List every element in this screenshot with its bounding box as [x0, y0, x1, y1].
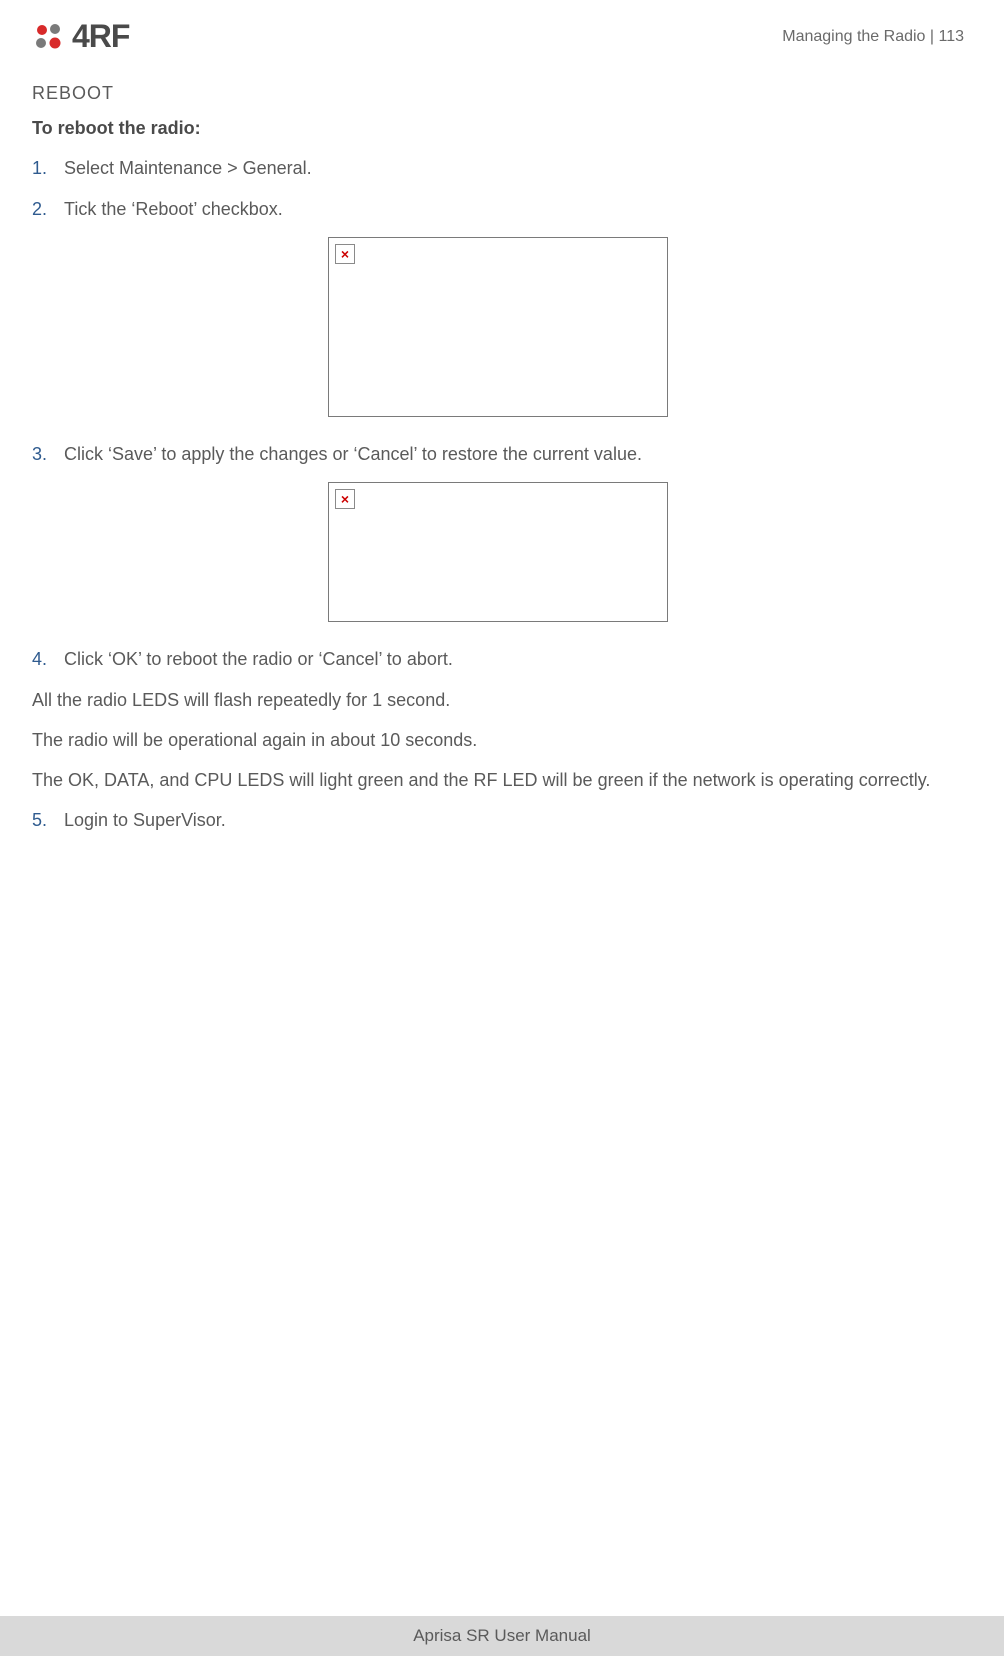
broken-image-icon: × [335, 244, 355, 264]
list-item: 1. Select Maintenance > General. [32, 155, 964, 182]
sub-heading: To reboot the radio: [32, 118, 964, 139]
brand-logo-text: 4RF [72, 18, 129, 55]
step-text: Click ‘OK’ to reboot the radio or ‘Cance… [64, 646, 964, 673]
steps-list-d: 5. Login to SuperVisor. [32, 807, 964, 834]
body-paragraph: All the radio LEDS will flash repeatedly… [32, 687, 964, 715]
steps-list-b: 3. Click ‘Save’ to apply the changes or … [32, 441, 964, 468]
step-text: Tick the ‘Reboot’ checkbox. [64, 196, 964, 223]
step-number: 4. [32, 646, 64, 673]
body-paragraph: The OK, DATA, and CPU LEDS will light gr… [32, 767, 964, 795]
list-item: 2. Tick the ‘Reboot’ checkbox. [32, 196, 964, 223]
step-text: Click ‘Save’ to apply the changes or ‘Ca… [64, 441, 964, 468]
figure-2-wrap: × [32, 482, 964, 622]
steps-list-a: 1. Select Maintenance > General. 2. Tick… [32, 155, 964, 223]
steps-list-c: 4. Click ‘OK’ to reboot the radio or ‘Ca… [32, 646, 964, 673]
section-title: REBOOT [32, 83, 964, 104]
breadcrumb: Managing the Radio | 113 [782, 28, 964, 46]
step-number: 3. [32, 441, 64, 468]
step-number: 2. [32, 196, 64, 223]
brand-logo: 4RF [32, 18, 129, 55]
list-item: 5. Login to SuperVisor. [32, 807, 964, 834]
step-number: 5. [32, 807, 64, 834]
list-item: 3. Click ‘Save’ to apply the changes or … [32, 441, 964, 468]
step-text: Select Maintenance > General. [64, 155, 964, 182]
page-footer: Aprisa SR User Manual [0, 1616, 1004, 1656]
figure-placeholder: × [328, 237, 668, 417]
body-paragraph: The radio will be operational again in a… [32, 727, 964, 755]
brand-logo-icon [32, 20, 66, 54]
figure-1-wrap: × [32, 237, 964, 417]
step-number: 1. [32, 155, 64, 182]
broken-image-icon: × [335, 489, 355, 509]
page-header: 4RF Managing the Radio | 113 [32, 18, 964, 55]
list-item: 4. Click ‘OK’ to reboot the radio or ‘Ca… [32, 646, 964, 673]
step-text: Login to SuperVisor. [64, 807, 964, 834]
figure-placeholder: × [328, 482, 668, 622]
